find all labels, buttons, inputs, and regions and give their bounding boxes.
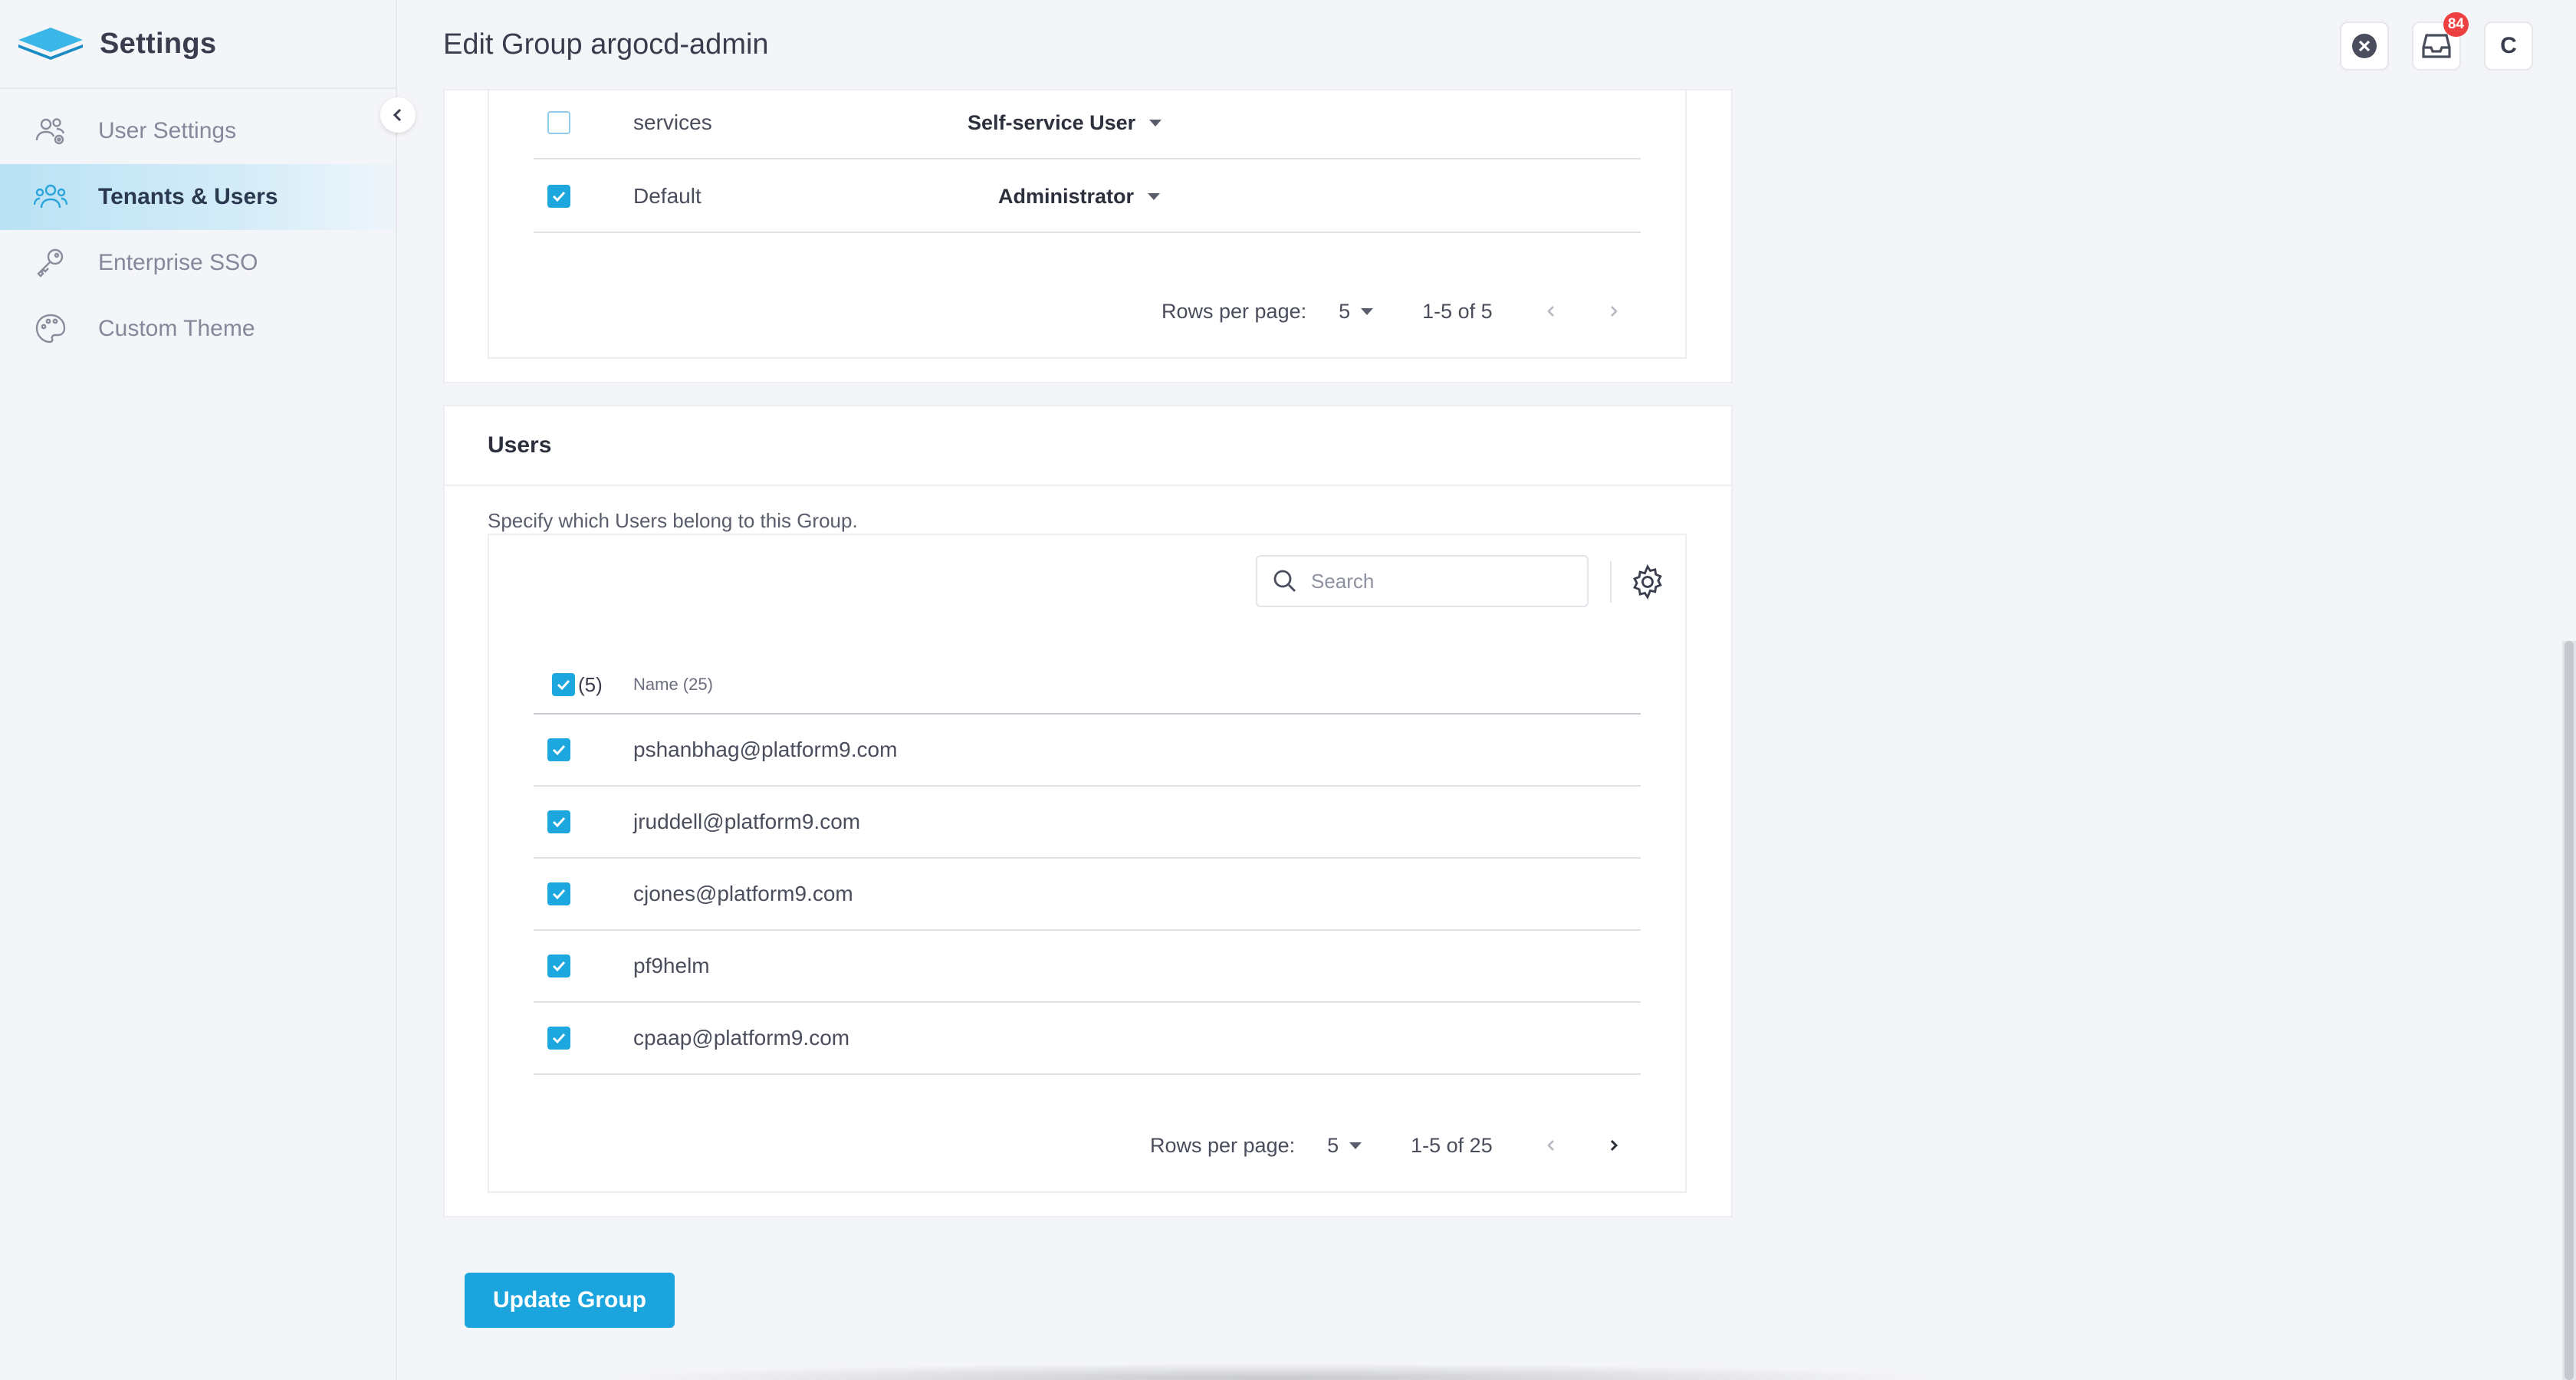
- caret-down-icon: [1148, 192, 1161, 200]
- sidebar-item-custom-theme[interactable]: Custom Theme: [0, 296, 396, 362]
- avatar[interactable]: C: [2484, 21, 2533, 71]
- check-icon: [552, 961, 566, 972]
- table-row: cjones@platform9.com: [534, 859, 1641, 931]
- users-pagination: Rows per page: 5 1-5 of 25: [1150, 1130, 1629, 1161]
- user-name: cpaap@platform9.com: [633, 1026, 850, 1050]
- rows-per-page-select[interactable]: 5: [1327, 1134, 1362, 1158]
- chevron-left-icon: [393, 108, 402, 122]
- page-title: Edit Group argocd-admin: [443, 28, 769, 61]
- sidebar-item-label: User Settings: [98, 118, 237, 143]
- role-select-value: Administrator: [998, 184, 1135, 208]
- row-checkbox[interactable]: [547, 111, 570, 134]
- table-row: services Self-service User: [534, 87, 1641, 159]
- platform9-logo-icon: [18, 28, 83, 60]
- check-icon: [552, 889, 566, 900]
- tenants-pagination: Rows per page: 5 1-5 of 5: [1162, 296, 1629, 327]
- check-icon: [552, 816, 566, 828]
- card-divider: [445, 485, 1731, 486]
- selected-count: (5): [578, 672, 603, 696]
- rows-per-page-select[interactable]: 5: [1339, 299, 1374, 324]
- pagination-range: 1-5 of 5: [1422, 299, 1493, 323]
- palette-icon: [34, 312, 67, 346]
- rows-per-page-label: Rows per page:: [1150, 1133, 1296, 1157]
- search-icon: [1273, 570, 1296, 592]
- header-actions: 84 C: [2340, 12, 2533, 71]
- page-header: Edit Group argocd-admin 84 C: [397, 0, 2576, 89]
- sidebar-item-label: Tenants & Users: [98, 184, 278, 209]
- user-name: pshanbhag@platform9.com: [633, 738, 898, 761]
- users-section-description: Specify which Users belong to this Group…: [488, 509, 858, 532]
- sidebar-title: Settings: [100, 27, 217, 60]
- rows-per-page-label: Rows per page:: [1162, 299, 1307, 323]
- next-page-button[interactable]: [1598, 296, 1629, 327]
- user-name: jruddell@platform9.com: [633, 810, 861, 833]
- users-table-header: (5) Name (25): [534, 656, 1641, 715]
- check-icon: [557, 679, 570, 691]
- caret-down-icon: [1361, 307, 1374, 315]
- user-name: pf9helm: [633, 954, 710, 978]
- tenant-name: Default: [633, 184, 702, 208]
- row-checkbox[interactable]: [547, 1027, 570, 1050]
- sidebar-item-label: Custom Theme: [98, 316, 255, 341]
- rows-per-page-value: 5: [1327, 1133, 1339, 1157]
- search-input[interactable]: [1311, 569, 1587, 593]
- users-section-title: Users: [488, 432, 552, 458]
- scrollbar-thumb[interactable]: [2564, 641, 2574, 1380]
- key-icon: [34, 246, 67, 280]
- prev-page-button[interactable]: [1536, 296, 1566, 327]
- chevron-left-icon: [1546, 306, 1554, 317]
- brand: Settings: [0, 0, 396, 89]
- prev-page-button[interactable]: [1536, 1130, 1566, 1161]
- select-all-checkbox[interactable]: [552, 673, 575, 696]
- row-checkbox[interactable]: [547, 810, 570, 833]
- inbox-icon: [2422, 34, 2451, 58]
- role-select[interactable]: Administrator: [998, 184, 1161, 209]
- chevron-right-icon: [1610, 1139, 1618, 1152]
- bottom-shadow: [606, 1363, 1940, 1380]
- next-page-button[interactable]: [1598, 1130, 1629, 1161]
- sidebar-collapse-button[interactable]: [380, 97, 416, 133]
- user-name: cjones@platform9.com: [633, 882, 853, 905]
- check-icon: [552, 744, 566, 756]
- check-icon: [552, 191, 566, 202]
- table-row: jruddell@platform9.com: [534, 787, 1641, 859]
- tenant-name: services: [633, 110, 712, 134]
- notification-badge: 84: [2443, 12, 2469, 37]
- toolbar-divider: [1610, 561, 1612, 603]
- sidebar-item-label: Enterprise SSO: [98, 250, 258, 275]
- caret-down-icon: [1349, 1142, 1362, 1149]
- row-checkbox[interactable]: [547, 955, 570, 978]
- role-select[interactable]: Self-service User: [968, 111, 1162, 135]
- page-scrollbar[interactable]: [2562, 641, 2576, 1380]
- sidebar-item-user-settings[interactable]: User Settings: [0, 98, 396, 164]
- table-row: pshanbhag@platform9.com: [534, 715, 1641, 787]
- table-row: pf9helm: [534, 931, 1641, 1003]
- sidebar-item-tenants-users[interactable]: Tenants & Users: [0, 164, 396, 230]
- table-row: cpaap@platform9.com: [534, 1003, 1641, 1075]
- pagination-range: 1-5 of 25: [1411, 1133, 1493, 1157]
- chevron-right-icon: [1610, 306, 1618, 317]
- update-group-button[interactable]: Update Group: [465, 1273, 675, 1328]
- row-checkbox[interactable]: [547, 185, 570, 208]
- chevron-left-icon: [1546, 1140, 1554, 1151]
- role-select-value: Self-service User: [968, 110, 1136, 134]
- sidebar: Settings User Settings Tenants & Users E…: [0, 0, 397, 1380]
- users-icon: [34, 180, 67, 214]
- row-checkbox[interactable]: [547, 738, 570, 761]
- caret-down-icon: [1149, 119, 1162, 127]
- close-circle-icon: [2352, 34, 2377, 58]
- table-row: Default Administrator: [534, 161, 1641, 233]
- rows-per-page-value: 5: [1339, 299, 1351, 323]
- sidebar-nav: User Settings Tenants & Users Enterprise…: [0, 98, 396, 362]
- check-icon: [552, 1033, 566, 1044]
- gear-icon[interactable]: [1630, 564, 1665, 600]
- column-header-name[interactable]: Name (25): [633, 675, 713, 695]
- notifications-button[interactable]: 84: [2412, 12, 2469, 71]
- sidebar-item-enterprise-sso[interactable]: Enterprise SSO: [0, 230, 396, 296]
- search-field[interactable]: [1256, 555, 1589, 607]
- users-gear-icon: [34, 114, 67, 148]
- close-button[interactable]: [2340, 21, 2389, 71]
- row-checkbox[interactable]: [547, 882, 570, 905]
